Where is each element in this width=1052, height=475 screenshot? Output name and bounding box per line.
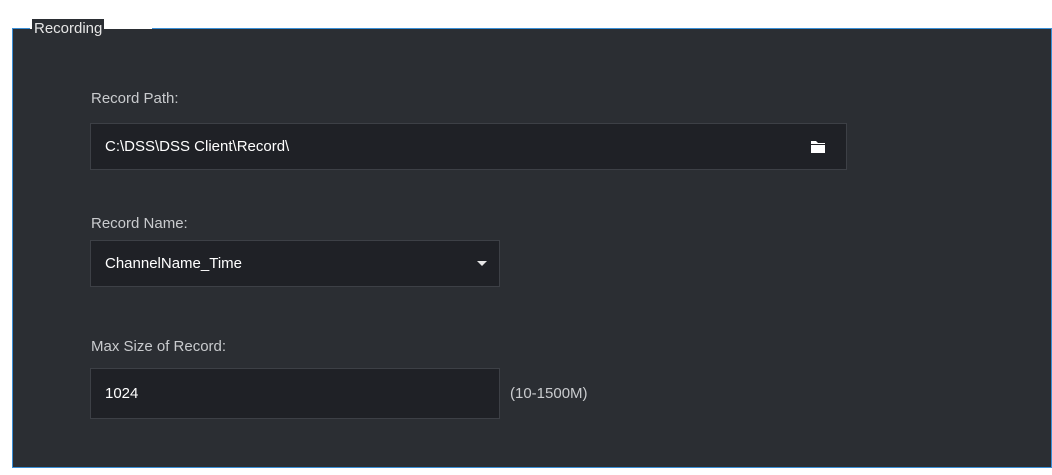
- record-path-label: Record Path:: [91, 90, 179, 107]
- record-name-label: Record Name:: [91, 215, 188, 232]
- max-size-value: 1024: [105, 385, 139, 402]
- max-size-range-hint: (10-1500M): [510, 385, 588, 402]
- record-name-selected: ChannelName_Time: [105, 255, 243, 272]
- max-size-label: Max Size of Record:: [91, 338, 227, 355]
- recording-settings: Recording Record Path: C:\DSS\DSS Client…: [0, 0, 1052, 475]
- record-path-value: C:\DSS\DSS Client\Record\: [105, 138, 290, 155]
- record-name-dropdown[interactable]: ChannelName_Time: [90, 240, 500, 287]
- max-size-input[interactable]: 1024: [90, 368, 500, 419]
- groupbox-title: Recording: [32, 19, 105, 39]
- folder-icon[interactable]: [808, 137, 828, 157]
- chevron-down-icon: [477, 261, 487, 266]
- record-path-field[interactable]: C:\DSS\DSS Client\Record\: [90, 123, 847, 170]
